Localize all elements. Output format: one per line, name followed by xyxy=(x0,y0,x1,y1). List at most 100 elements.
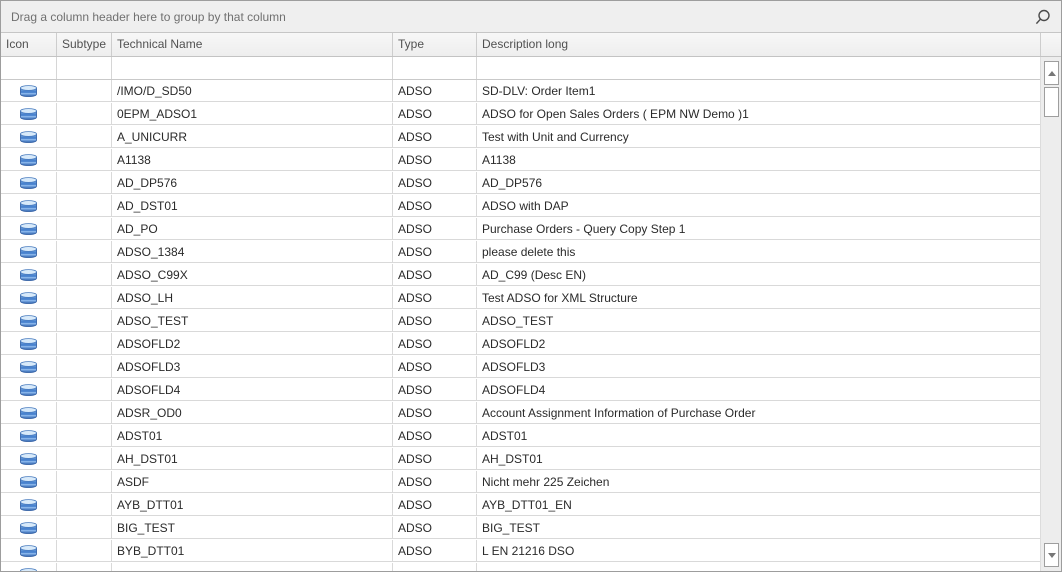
icon-cell xyxy=(1,218,57,240)
technical-name-cell: ASDF xyxy=(112,471,393,493)
icon-cell xyxy=(1,471,57,493)
technical-name-cell: ADSO_C99X xyxy=(112,264,393,286)
table-row[interactable]: ADSO_TEST ADSO ADSO_TEST xyxy=(1,310,1041,333)
database-icon xyxy=(20,476,37,488)
table-row[interactable]: AYB_DTT01 ADSO AYB_DTT01_EN xyxy=(1,494,1041,517)
table-row[interactable]: A1138 ADSO A1138 xyxy=(1,149,1041,172)
description-cell: ADSO with DAP xyxy=(477,195,1041,217)
technical-name-cell xyxy=(112,563,393,571)
subtype-cell xyxy=(57,149,112,171)
database-icon xyxy=(20,200,37,212)
technical-name-cell: ADSR_OD0 xyxy=(112,402,393,424)
database-icon xyxy=(20,246,37,258)
description-cell: BIG_TEST xyxy=(477,517,1041,539)
technical-name-cell: ADSOFLD2 xyxy=(112,333,393,355)
subtype-cell xyxy=(57,494,112,516)
type-cell: ADSO xyxy=(393,425,477,447)
database-icon xyxy=(20,177,37,189)
arrow-down-icon xyxy=(1048,553,1056,558)
subtype-cell xyxy=(57,425,112,447)
technical-name-cell: ADST01 xyxy=(112,425,393,447)
database-icon xyxy=(20,453,37,465)
column-header-subtype[interactable]: Subtype xyxy=(57,33,112,56)
table-row[interactable]: ADST01 ADSO ADST01 xyxy=(1,425,1041,448)
description-cell: ADSOFLD2 xyxy=(477,333,1041,355)
type-cell: ADSO xyxy=(393,264,477,286)
subtype-cell xyxy=(57,356,112,378)
database-icon xyxy=(20,223,37,235)
table-row[interactable]: AD_PO ADSO Purchase Orders - Query Copy … xyxy=(1,218,1041,241)
column-header-stub xyxy=(1041,33,1061,56)
table-row[interactable]: BYB_DTT01 ADSO L EN 21216 DSO xyxy=(1,540,1041,563)
description-cell: Test ADSO for XML Structure xyxy=(477,287,1041,309)
subtype-cell xyxy=(57,379,112,401)
type-cell: ADSO xyxy=(393,448,477,470)
table-row[interactable]: ADSOFLD3 ADSO ADSOFLD3 xyxy=(1,356,1041,379)
table-row[interactable]: ADSOFLD4 ADSO ADSOFLD4 xyxy=(1,379,1041,402)
filter-cell-description-long[interactable] xyxy=(477,57,1041,79)
filter-cell-type[interactable] xyxy=(393,57,477,79)
icon-cell xyxy=(1,103,57,125)
icon-cell xyxy=(1,149,57,171)
icon-cell xyxy=(1,402,57,424)
icon-cell xyxy=(1,172,57,194)
type-cell: ADSO xyxy=(393,310,477,332)
technical-name-cell: ADSO_1384 xyxy=(112,241,393,263)
scrollbar-thumb[interactable] xyxy=(1044,87,1059,117)
table-row[interactable]: ASDF ADSO Nicht mehr 225 Zeichen xyxy=(1,471,1041,494)
table-row[interactable]: AD_DST01 ADSO ADSO with DAP xyxy=(1,195,1041,218)
description-cell: Test with Unit and Currency xyxy=(477,126,1041,148)
table-row[interactable]: ADSO_LH ADSO Test ADSO for XML Structure xyxy=(1,287,1041,310)
icon-cell xyxy=(1,425,57,447)
table-row[interactable]: AH_DST01 ADSO AH_DST01 xyxy=(1,448,1041,471)
table-row[interactable]: 0EPM_ADSO1 ADSO ADSO for Open Sales Orde… xyxy=(1,103,1041,126)
subtype-cell xyxy=(57,241,112,263)
icon-cell xyxy=(1,126,57,148)
type-cell: ADSO xyxy=(393,540,477,562)
filter-cell-icon[interactable] xyxy=(1,57,57,79)
technical-name-cell: A_UNICURR xyxy=(112,126,393,148)
subtype-cell xyxy=(57,126,112,148)
type-cell: ADSO xyxy=(393,471,477,493)
subtype-cell xyxy=(57,563,112,571)
description-cell: Nicht mehr 225 Zeichen xyxy=(477,471,1041,493)
subtype-cell xyxy=(57,448,112,470)
table-row[interactable]: BIG_TEST ADSO BIG_TEST xyxy=(1,517,1041,540)
group-by-panel[interactable]: Drag a column header here to group by th… xyxy=(1,1,1061,33)
scroll-up-button[interactable] xyxy=(1044,61,1059,85)
type-cell: ADSO xyxy=(393,379,477,401)
column-header-type[interactable]: Type xyxy=(393,33,477,56)
table-row[interactable]: /IMO/D_SD50 ADSO SD-DLV: Order Item1 xyxy=(1,80,1041,103)
subtype-cell xyxy=(57,80,112,102)
technical-name-cell: ADSOFLD3 xyxy=(112,356,393,378)
table-row[interactable]: ADSO_1384 ADSO please delete this xyxy=(1,241,1041,264)
technical-name-cell: BYB_DTT01 xyxy=(112,540,393,562)
description-cell: ADSOFLD3 xyxy=(477,356,1041,378)
subtype-cell xyxy=(57,287,112,309)
table-row[interactable]: ADSO_C99X ADSO AD_C99 (Desc EN) xyxy=(1,264,1041,287)
type-cell: ADSO xyxy=(393,494,477,516)
table-row[interactable]: ADSR_OD0 ADSO Account Assignment Informa… xyxy=(1,402,1041,425)
search-button[interactable] xyxy=(1029,5,1055,29)
description-cell: please delete this xyxy=(477,241,1041,263)
technical-name-cell: AD_DST01 xyxy=(112,195,393,217)
description-cell: AD_C99 (Desc EN) xyxy=(477,264,1041,286)
filter-cell-subtype[interactable] xyxy=(57,57,112,79)
table-row[interactable]: AD_DP576 ADSO AD_DP576 xyxy=(1,172,1041,195)
vertical-scrollbar[interactable] xyxy=(1040,57,1061,571)
column-header-technical-name[interactable]: Technical Name xyxy=(112,33,393,56)
technical-name-cell: ADSO_TEST xyxy=(112,310,393,332)
database-icon xyxy=(20,430,37,442)
column-header-icon[interactable]: Icon xyxy=(1,33,57,56)
scroll-down-button[interactable] xyxy=(1044,543,1059,567)
column-header-description-long[interactable]: Description long xyxy=(477,33,1041,56)
column-header-row: Icon Subtype Technical Name Type Descrip… xyxy=(1,33,1061,57)
table-row[interactable]: ADSOFLD2 ADSO ADSOFLD2 xyxy=(1,333,1041,356)
subtype-cell xyxy=(57,310,112,332)
table-row[interactable] xyxy=(1,563,1041,571)
database-icon xyxy=(20,407,37,419)
group-by-hint-label: Drag a column header here to group by th… xyxy=(1,10,286,24)
description-cell: Account Assignment Information of Purcha… xyxy=(477,402,1041,424)
filter-cell-technical-name[interactable] xyxy=(112,57,393,79)
table-row[interactable]: A_UNICURR ADSO Test with Unit and Curren… xyxy=(1,126,1041,149)
